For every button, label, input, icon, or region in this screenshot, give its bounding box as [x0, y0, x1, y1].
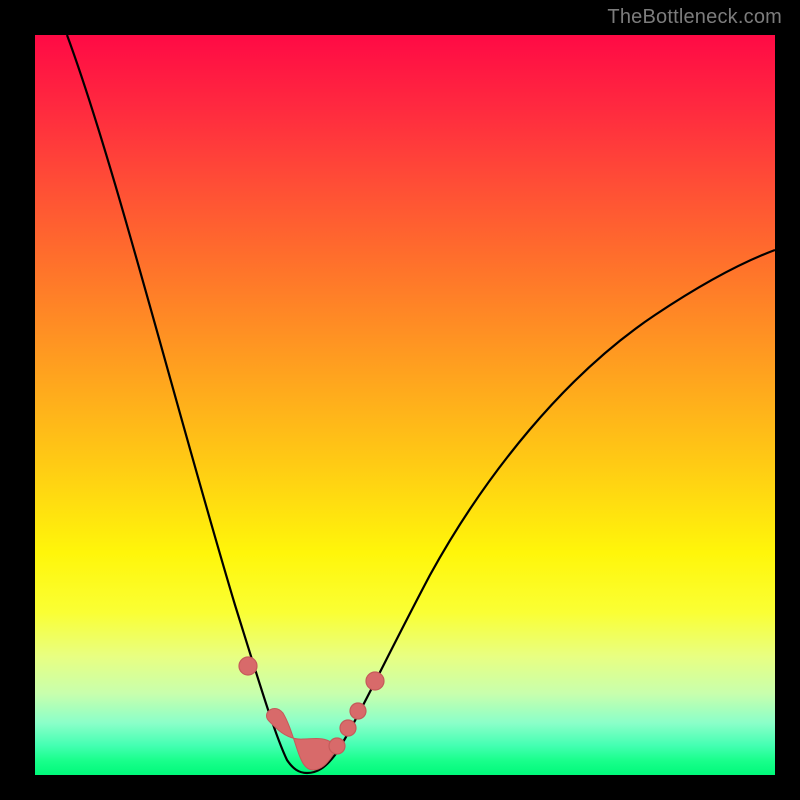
curve-markers [239, 657, 384, 770]
marker-dot [239, 657, 257, 675]
marker-dot [340, 720, 356, 736]
watermark-text: TheBottleneck.com [607, 6, 782, 29]
plot-area [35, 35, 775, 775]
marker-dot [366, 672, 384, 690]
marker-dot [350, 703, 366, 719]
marker-blob [266, 709, 334, 771]
chart-frame: TheBottleneck.com [0, 0, 800, 800]
marker-dot [329, 738, 345, 754]
bottleneck-curve [67, 35, 775, 773]
bottleneck-curve-svg [35, 35, 775, 775]
